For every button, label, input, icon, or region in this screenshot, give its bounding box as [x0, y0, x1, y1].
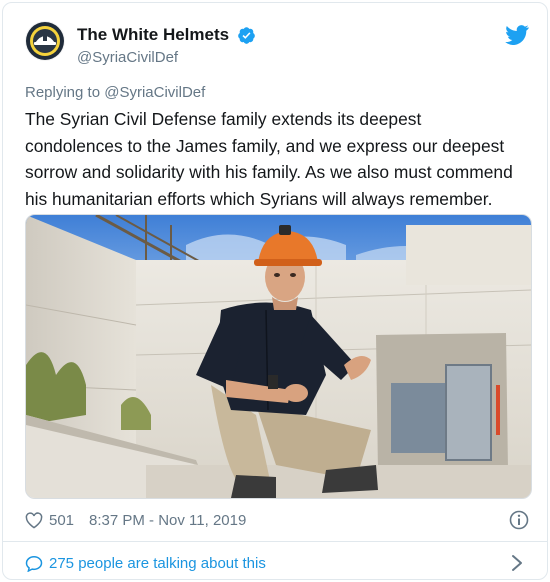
tweet-timestamp[interactable]: 8:37 PM - Nov 11, 2019 — [89, 512, 246, 529]
avatar[interactable] — [25, 21, 65, 61]
replying-to: Replying to @SyriaCivilDef — [25, 84, 205, 101]
verified-badge-icon — [238, 27, 255, 44]
info-icon[interactable] — [509, 510, 529, 530]
tweet-card: The White Helmets @SyriaCivilDef Replyin… — [2, 2, 548, 580]
white-helmets-logo-icon — [26, 22, 64, 60]
divider — [3, 541, 547, 542]
speech-bubble-icon — [25, 555, 43, 572]
tweet-text: The Syrian Civil Defense family extends … — [25, 109, 513, 209]
heart-icon[interactable] — [25, 512, 43, 529]
like-count[interactable]: 501 — [49, 512, 74, 529]
display-name[interactable]: The White Helmets — [77, 25, 229, 45]
author-handle[interactable]: @SyriaCivilDef — [77, 49, 178, 66]
twitter-bird-icon[interactable] — [505, 25, 529, 45]
man-in-orange-helmet-photo-icon — [26, 215, 531, 498]
talking-about-text: 275 people are talking about this — [49, 555, 266, 572]
replying-to-handle[interactable]: @SyriaCivilDef — [104, 84, 205, 101]
tweet-photo[interactable] — [25, 214, 532, 499]
chevron-right-icon[interactable] — [511, 554, 523, 572]
replying-to-label: Replying to — [25, 84, 101, 101]
